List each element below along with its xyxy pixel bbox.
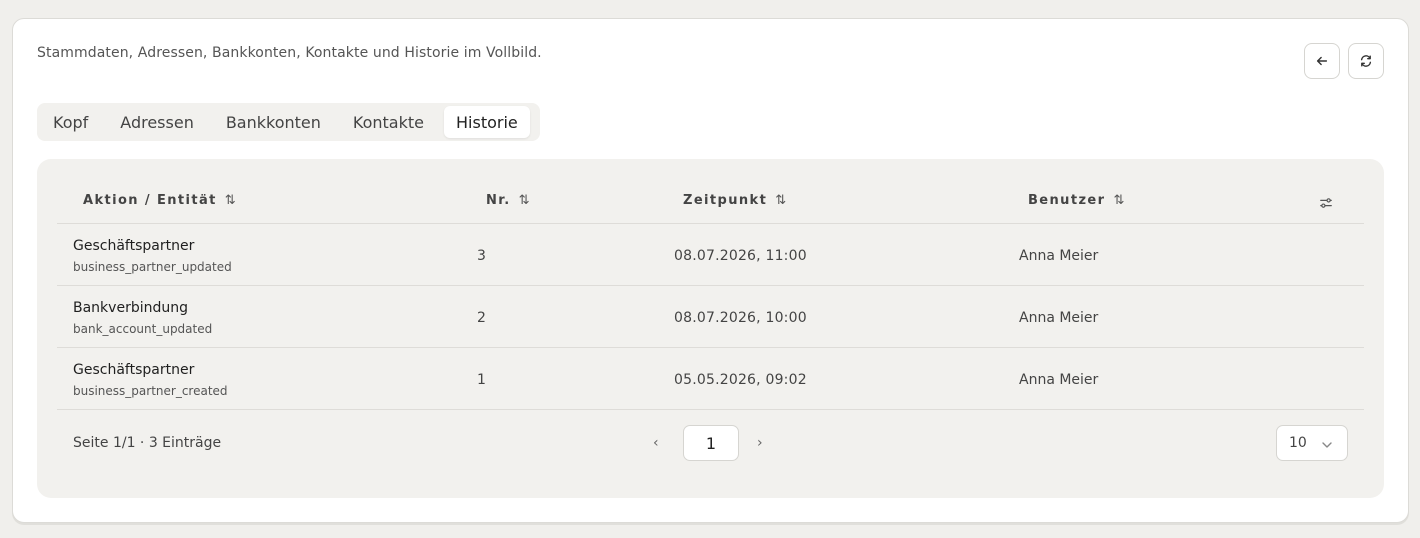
row-entity: Geschäftspartner	[73, 238, 195, 254]
column-header-benutzer-label: Benutzer	[1028, 193, 1106, 208]
page-subtitle: Stammdaten, Adressen, Bankkonten, Kontak…	[37, 45, 542, 61]
sort-icon: ⇅	[518, 193, 530, 208]
arrow-left-icon	[1316, 56, 1328, 66]
table-header: Aktion / Entität ⇅ Nr. ⇅ Zeitpunkt ⇅ Ben…	[57, 183, 1364, 224]
tab-bar: Kopf Adressen Bankkonten Kontakte Histor…	[37, 103, 540, 141]
tab-kopf[interactable]: Kopf	[41, 106, 100, 138]
column-header-nr-label: Nr.	[486, 193, 511, 208]
row-zeitpunkt: 05.05.2026, 09:02	[674, 372, 807, 388]
row-action: bank_account_updated	[73, 322, 213, 336]
tab-bankkonten[interactable]: Bankkonten	[214, 106, 333, 138]
sort-icon: ⇅	[1113, 193, 1125, 208]
column-header-zeitpunkt[interactable]: Zeitpunkt ⇅	[683, 193, 786, 208]
row-entity: Geschäftspartner	[73, 362, 195, 378]
column-header-zeitpunkt-label: Zeitpunkt	[683, 193, 768, 208]
chevron-down-icon	[1321, 436, 1333, 455]
page-size-select[interactable]: 10	[1276, 425, 1348, 461]
row-benutzer: Anna Meier	[1019, 248, 1099, 264]
pagination-info: Seite 1/1 · 3 Einträge	[73, 435, 222, 451]
sort-icon: ⇅	[775, 193, 787, 208]
row-nr: 2	[477, 310, 486, 326]
row-nr: 3	[477, 248, 486, 264]
row-zeitpunkt: 08.07.2026, 11:00	[674, 248, 807, 264]
refresh-icon	[1360, 55, 1372, 67]
detail-card: Stammdaten, Adressen, Bankkonten, Kontak…	[12, 18, 1409, 523]
column-settings-icon	[1320, 198, 1332, 208]
table-row[interactable]: Geschäftspartner business_partner_update…	[57, 224, 1364, 286]
row-entity: Bankverbindung	[73, 300, 188, 316]
page-number-input[interactable]	[683, 425, 739, 461]
page-size-value: 10	[1289, 435, 1307, 451]
back-button[interactable]	[1304, 43, 1340, 79]
tab-adressen[interactable]: Adressen	[108, 106, 206, 138]
row-benutzer: Anna Meier	[1019, 372, 1099, 388]
column-header-benutzer[interactable]: Benutzer ⇅	[1028, 193, 1124, 208]
previous-page-button[interactable]: ‹	[653, 435, 659, 451]
row-benutzer: Anna Meier	[1019, 310, 1099, 326]
column-header-aktion[interactable]: Aktion / Entität ⇅	[83, 193, 236, 208]
column-header-nr[interactable]: Nr. ⇅	[486, 193, 529, 208]
row-nr: 1	[477, 372, 486, 388]
refresh-button[interactable]	[1348, 43, 1384, 79]
sort-icon: ⇅	[224, 193, 236, 208]
column-header-aktion-label: Aktion / Entität	[83, 193, 217, 208]
next-page-button[interactable]: ›	[757, 435, 763, 451]
column-settings-button[interactable]	[1319, 195, 1333, 214]
table-row[interactable]: Geschäftspartner business_partner_create…	[57, 348, 1364, 410]
row-action: business_partner_created	[73, 384, 228, 398]
history-panel: Aktion / Entität ⇅ Nr. ⇅ Zeitpunkt ⇅ Ben…	[37, 159, 1384, 498]
row-action: business_partner_updated	[73, 260, 232, 274]
table-row[interactable]: Bankverbindung bank_account_updated 2 08…	[57, 286, 1364, 348]
tab-historie[interactable]: Historie	[444, 106, 530, 138]
row-zeitpunkt: 08.07.2026, 10:00	[674, 310, 807, 326]
tab-kontakte[interactable]: Kontakte	[341, 106, 436, 138]
